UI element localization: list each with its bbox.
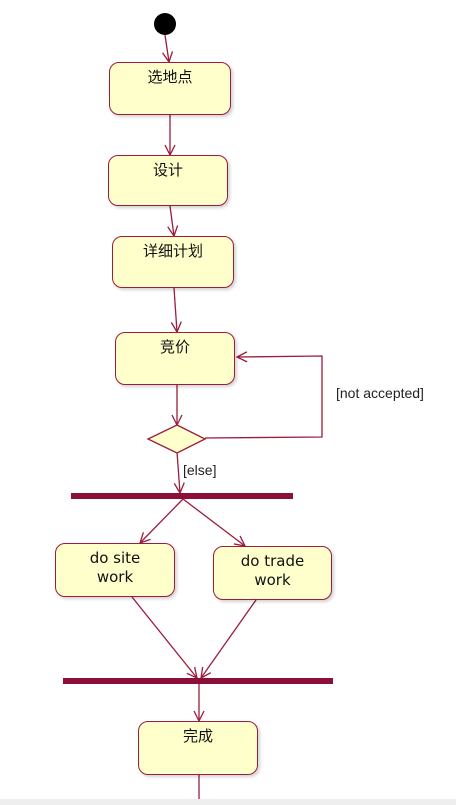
activity-bidding: 竞价 <box>115 332 235 385</box>
activity-detailed-plan-label: 详细计划 <box>142 242 203 260</box>
decision-node <box>146 424 207 454</box>
activity-design: 设计 <box>108 155 228 206</box>
flow-fork-to-trade-work <box>182 498 245 546</box>
activity-design-label: 设计 <box>152 161 183 179</box>
bottom-border <box>0 799 456 805</box>
initial-node <box>154 13 176 35</box>
activity-trade-work-label: do trade work <box>240 552 305 589</box>
activity-select-site-label: 选地点 <box>147 68 193 86</box>
flow-fork-to-site-work <box>140 498 184 543</box>
guard-not-accepted: [not accepted] <box>336 385 424 401</box>
activity-diagram <box>63 13 333 805</box>
flow-trade-work-to-join <box>201 599 257 678</box>
join-bar <box>63 678 333 684</box>
flow-plan-to-bidding <box>174 287 177 332</box>
flow-site-work-to-join <box>131 596 197 678</box>
flow-decision-to-fork <box>177 451 180 493</box>
flow-start-to-select-site <box>165 34 169 62</box>
fork-bar <box>71 493 293 499</box>
flow-design-to-plan <box>170 205 174 236</box>
activity-site-work-label: do site work <box>89 549 141 586</box>
activity-detailed-plan: 详细计划 <box>112 236 234 288</box>
activity-select-site: 选地点 <box>109 62 231 115</box>
activity-complete: 完成 <box>138 721 258 775</box>
activity-trade-work: do trade work <box>213 546 332 600</box>
activity-bidding-label: 竞价 <box>159 338 190 356</box>
activity-site-work: do site work <box>55 543 175 597</box>
guard-else: [else] <box>183 462 217 478</box>
activity-complete-label: 完成 <box>182 727 213 745</box>
